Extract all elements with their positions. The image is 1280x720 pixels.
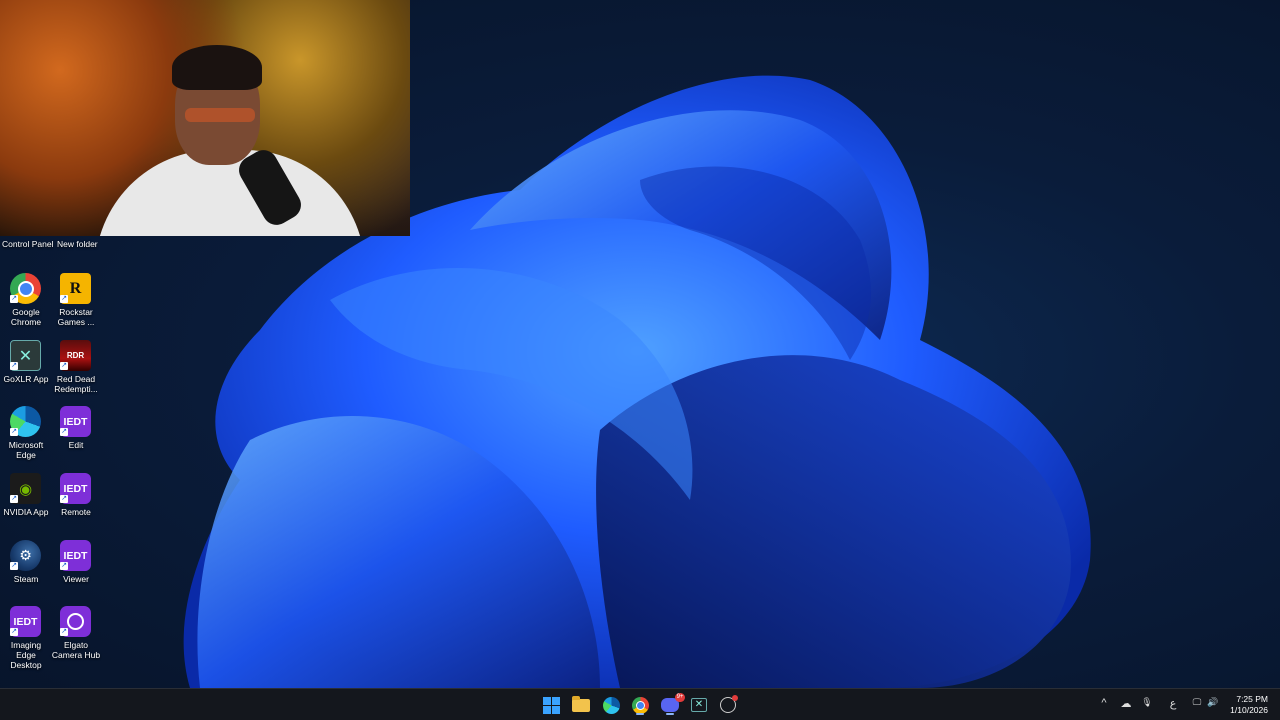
shortcut-arrow-icon: ↗: [60, 362, 68, 370]
webcam-person-hair: [172, 45, 262, 90]
shortcut-arrow-icon: ↗: [10, 362, 18, 370]
clock-date: 1/10/2026: [1230, 705, 1268, 715]
edge-icon: [602, 696, 620, 714]
shortcut-arrow-icon: ↗: [10, 562, 18, 570]
desktop-icon-label: Remote: [61, 507, 91, 517]
taskbar-file-explorer[interactable]: [570, 694, 592, 716]
input-language-indicator[interactable]: ع: [1166, 697, 1180, 710]
desktop-icon-red-dead-redemption[interactable]: RDR ↗ Red Dead Redempti...: [50, 340, 102, 402]
desktop-icon-google-chrome[interactable]: ↗ Google Chrome: [0, 273, 52, 335]
desktop-icon-label: Viewer: [63, 574, 89, 584]
webcam-overlay: [0, 0, 410, 236]
desktop-icon-label: GoXLR App: [3, 374, 49, 384]
webcam-person-glasses: [185, 108, 255, 122]
shortcut-arrow-icon: ↗: [60, 562, 68, 570]
microphone-icon[interactable]: 🎙: [1140, 697, 1154, 708]
running-indicator: [636, 713, 644, 715]
network-icon[interactable]: 🖵: [1190, 697, 1204, 708]
discord-icon: 9+: [661, 693, 685, 712]
taskbar-discord[interactable]: 9+: [659, 693, 685, 716]
xbox-icon: ✕: [691, 698, 707, 712]
notification-dot: [732, 695, 738, 701]
onedrive-cloud-icon[interactable]: ☁: [1119, 697, 1133, 710]
desktop-label-control-panel[interactable]: Control Panel: [2, 239, 54, 249]
notification-badge: 9+: [675, 693, 685, 702]
shortcut-arrow-icon: ↗: [60, 295, 68, 303]
taskbar-xbox[interactable]: ✕: [688, 694, 710, 716]
desktop-icon-microsoft-edge[interactable]: ↗ Microsoft Edge: [0, 406, 52, 468]
desktop-icon-edit[interactable]: IEDT ↗ Edit: [50, 406, 102, 468]
desktop-icon-label: NVIDIA App: [3, 507, 49, 517]
desktop-icon-rockstar-games[interactable]: R ↗ Rockstar Games ...: [50, 273, 102, 335]
desktop-icon-label: Steam: [13, 574, 39, 584]
tray-overflow-chevron-icon[interactable]: ^: [1097, 697, 1111, 709]
desktop-icon-label: Elgato Camera Hub: [51, 640, 101, 660]
desktop-icon-label: Rockstar Games ...: [57, 307, 95, 327]
shortcut-arrow-icon: ↗: [60, 628, 68, 636]
taskbar-steam[interactable]: [717, 694, 739, 716]
desktop-icon-viewer[interactable]: IEDT ↗ Viewer: [50, 540, 102, 602]
desktop-icon-label: Google Chrome: [10, 307, 42, 327]
desktop-icon-steam[interactable]: ⚙ ↗ Steam: [0, 540, 52, 602]
desktop-icon-label: Red Dead Redempti...: [54, 374, 98, 394]
clock-time: 7:25 PM: [1236, 694, 1268, 704]
steam-icon: [720, 695, 738, 713]
chrome-icon: [631, 696, 649, 714]
desktop-icon-label: Microsoft Edge: [8, 440, 44, 460]
shortcut-arrow-icon: ↗: [10, 428, 18, 436]
desktop-label-new-folder[interactable]: New folder: [57, 239, 98, 249]
windows-logo-icon: [542, 696, 560, 714]
desktop-icon-label: Imaging Edge Desktop: [10, 640, 42, 670]
shortcut-arrow-icon: ↗: [60, 428, 68, 436]
desktop-icon-imaging-edge-desktop[interactable]: IEDT ↗ Imaging Edge Desktop: [0, 606, 52, 670]
taskbar: 9+ ✕ ^ ☁ 🎙 ع 🖵 🔊 7:25 PM 1/10/2026: [0, 688, 1280, 720]
running-indicator: [666, 713, 674, 715]
shortcut-arrow-icon: ↗: [60, 495, 68, 503]
taskbar-chrome[interactable]: [629, 694, 651, 716]
shortcut-arrow-icon: ↗: [10, 295, 18, 303]
desktop-icon-label: Edit: [68, 440, 84, 450]
folder-icon: [572, 695, 590, 712]
desktop-icon-remote[interactable]: IEDT ↗ Remote: [50, 473, 102, 535]
shortcut-arrow-icon: ↗: [10, 495, 18, 503]
shortcut-arrow-icon: ↗: [10, 628, 18, 636]
desktop-icon-elgato-camera-hub[interactable]: ↗ Elgato Camera Hub: [50, 606, 102, 668]
taskbar-clock[interactable]: 7:25 PM 1/10/2026: [1218, 694, 1268, 716]
desktop-icon-nvidia-app[interactable]: ◉ ↗ NVIDIA App: [0, 473, 52, 535]
desktop-icon-goxlr-app[interactable]: ✕ ↗ GoXLR App: [0, 340, 52, 402]
start-button[interactable]: [540, 694, 562, 716]
taskbar-edge[interactable]: [600, 694, 622, 716]
